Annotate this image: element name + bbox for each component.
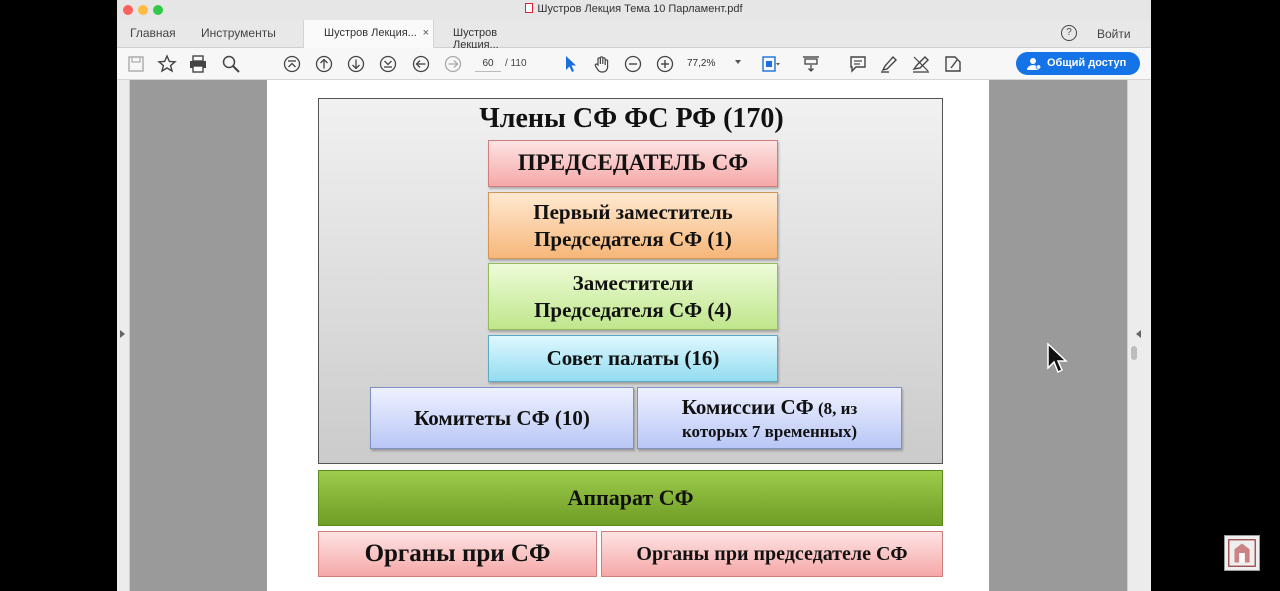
forward-icon[interactable] [443,54,463,74]
share-button[interactable]: Общий доступ [1016,52,1140,75]
zoom-level-select[interactable]: 77,2% [687,56,747,72]
search-zoom-icon[interactable] [221,54,241,74]
first-deputy-line-2: Председателя СФ (1) [534,226,732,251]
tab-home[interactable]: Главная [130,26,176,40]
sf-members-frame: Члены СФ ФС РФ (170) ПРЕДСЕДАТЕЛЬ СФ Пер… [318,98,943,464]
bodies-sf-box: Органы при СФ [318,531,597,577]
committees-label: Комитеты СФ (10) [414,405,590,430]
expand-left-panel-icon[interactable] [120,330,125,338]
deputies-box: Заместители Председателя СФ (4) [488,263,778,330]
slide-heading: Члены СФ ФС РФ (170) [479,103,784,134]
bodies-sf-label: Органы при СФ [364,540,551,567]
apparatus-label: Аппарат СФ [567,485,694,510]
expand-right-panel-icon[interactable] [1136,330,1141,338]
title-bar: Шустров Лекция Тема 10 Парламент.pdf [117,0,1151,20]
bodies-chair-box: Органы при председателе СФ [601,531,943,577]
person-icon [1027,58,1041,70]
bookmark-star-icon[interactable] [157,54,177,74]
scroll-bottom-icon[interactable] [378,54,398,74]
deputies-line-1: Заместители [572,271,694,296]
deputies-line-2: Председателя СФ (4) [534,297,732,322]
tab-document[interactable]: Шустров Лекция... [434,20,554,51]
mouse-cursor-icon [1047,342,1068,374]
left-panel-toggle[interactable] [117,80,130,591]
council-box: Совет палаты (16) [488,335,778,382]
window-title: Шустров Лекция Тема 10 Парламент.pdf [117,3,1151,15]
back-icon[interactable] [411,54,431,74]
zoom-in-icon[interactable] [655,54,675,74]
page-number-input[interactable]: 60 [475,56,501,72]
apparatus-box: Аппарат СФ [318,470,943,526]
page-total: / 110 [505,58,527,69]
commissions-line-2: которых 7 временных) [681,421,858,441]
council-label: Совет палаты (16) [546,346,720,371]
commissions-count: (8, из [813,399,858,419]
chairman-label: ПРЕДСЕДАТЕЛЬ СФ [517,150,749,176]
comment-icon[interactable] [848,54,868,74]
save-icon[interactable] [126,54,146,74]
zoom-dropdown-caret-icon[interactable] [735,60,741,64]
print-icon[interactable] [188,54,208,74]
pdf-file-icon [525,3,534,13]
tab-bar: Главная Инструменты Шустров Лекция... × … [117,20,1151,51]
scroll-mode-icon[interactable] [801,54,821,74]
commissions-title: Комиссии СФ [681,395,814,420]
bodies-chair-label: Органы при председателе СФ [636,542,908,565]
page-down-icon[interactable] [346,54,366,74]
close-tab-icon[interactable]: × [423,27,429,39]
tab-document-label: Шустров Лекция... [324,27,417,39]
tab-tools[interactable]: Инструменты [201,26,276,40]
commissions-line-1: Комиссии СФ (8, из [682,394,858,420]
committees-box: Комитеты СФ (10) [370,387,634,449]
sign-icon[interactable] [911,54,931,74]
chairman-box: ПРЕДСЕДАТЕЛЬ СФ [488,140,778,187]
fill-sign-icon[interactable] [943,54,963,74]
first-deputy-box: Первый заместитель Председателя СФ (1) [488,192,778,259]
highlight-pen-icon[interactable] [879,54,899,74]
fit-page-icon[interactable] [760,54,780,74]
document-view[interactable]: Члены СФ ФС РФ (170) ПРЕДСЕДАТЕЛЬ СФ Пер… [117,80,1151,591]
toolbar: 60 / 110 77,2% Общий доступ [117,48,1151,80]
first-deputy-line-1: Первый заместитель [533,200,733,225]
hand-icon[interactable] [592,54,612,74]
scroll-top-icon[interactable] [282,54,302,74]
select-arrow-icon[interactable] [560,54,580,74]
emblem-logo-icon [1224,535,1260,571]
login-button[interactable]: Войти [1097,27,1131,41]
right-panel-toggle[interactable] [1127,80,1151,591]
page-up-icon[interactable] [314,54,334,74]
window-title-text: Шустров Лекция Тема 10 Парламент.pdf [537,3,743,15]
acrobat-window: Шустров Лекция Тема 10 Парламент.pdf Гла… [117,0,1151,591]
commissions-box: Комиссии СФ (8, из которых 7 временных) [637,387,902,449]
tab-document-active[interactable]: Шустров Лекция... × [303,20,434,48]
zoom-out-icon[interactable] [623,54,643,74]
help-icon[interactable]: ? [1061,25,1077,41]
pdf-page: Члены СФ ФС РФ (170) ПРЕДСЕДАТЕЛЬ СФ Пер… [267,80,989,591]
scrollbar-thumb[interactable] [1131,346,1137,360]
share-button-label: Общий доступ [1047,57,1127,69]
